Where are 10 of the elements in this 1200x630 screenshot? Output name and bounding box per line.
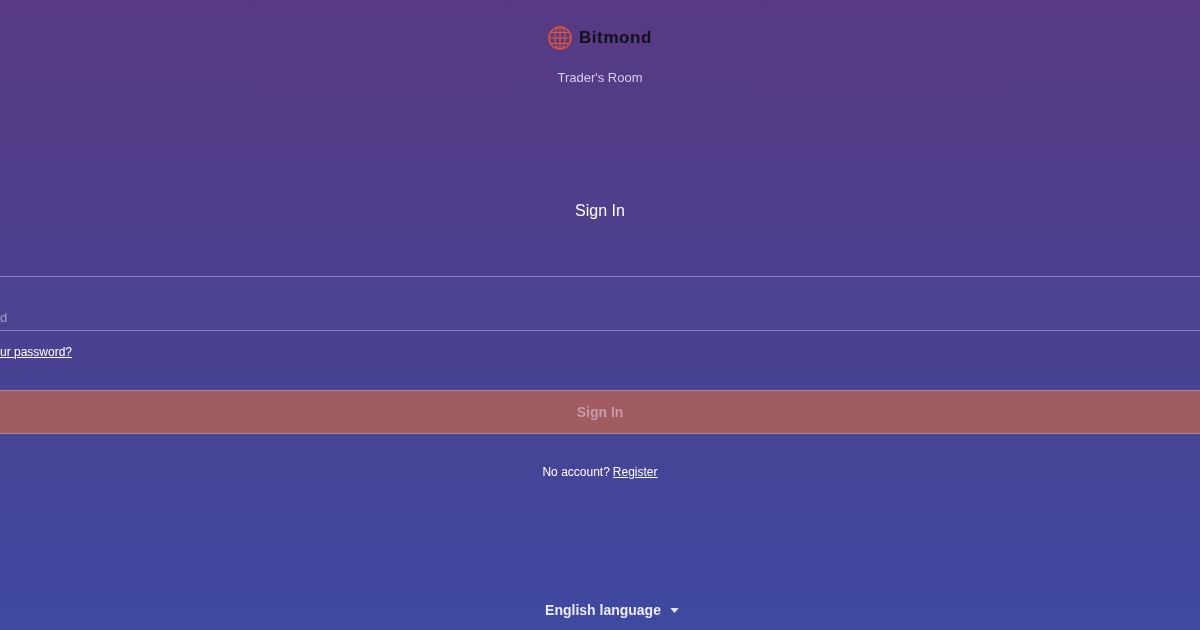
language-selector[interactable]: English language	[545, 601, 679, 619]
password-field[interactable]: d	[0, 276, 1200, 331]
caret-icon	[669, 607, 679, 613]
forgot-password-link[interactable]: ur password?	[0, 344, 73, 360]
subtitle: Trader's Room	[557, 70, 643, 86]
register-link[interactable]: Register	[612, 464, 658, 480]
brand-name: Bitmond	[578, 28, 653, 48]
globe-logo-icon	[547, 26, 572, 50]
register-prompt: No account?	[542, 464, 610, 480]
form-title: Sign In	[575, 201, 625, 221]
